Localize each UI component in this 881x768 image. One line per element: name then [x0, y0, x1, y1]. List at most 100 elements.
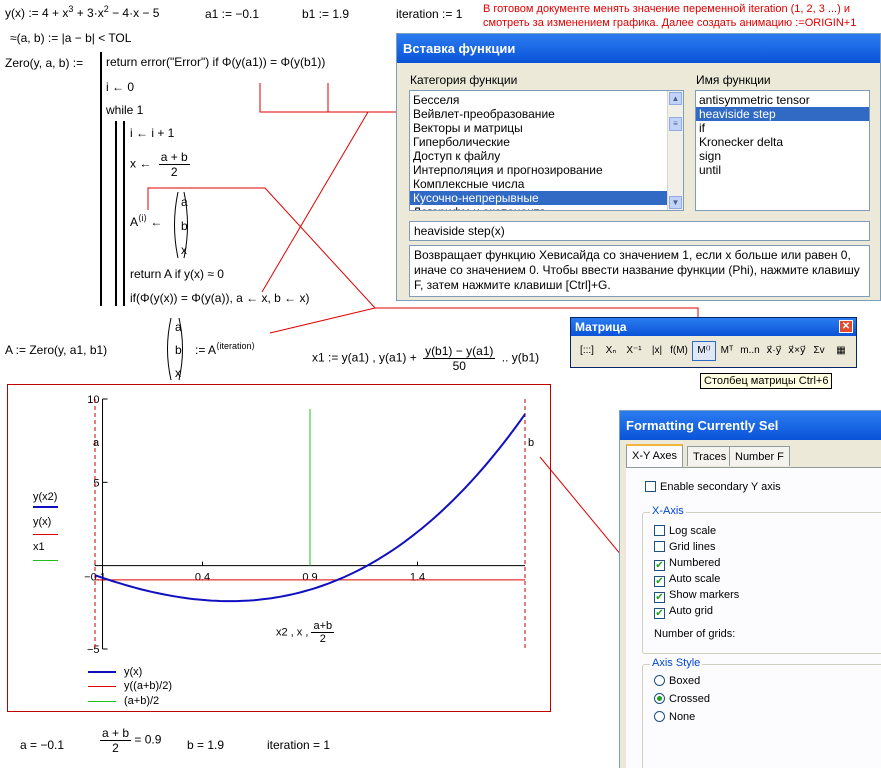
x-axis-option-label: Show markers: [669, 589, 740, 601]
program-x-assign[interactable]: x ← a + b2: [130, 150, 190, 179]
matrix-dot-product-button[interactable]: x⃗·y⃗: [763, 341, 785, 361]
a1-definition[interactable]: a1 := −0.1: [205, 7, 259, 21]
category-item[interactable]: Векторы и матрицы: [410, 121, 683, 135]
category-item[interactable]: Вейвлет-преобразование: [410, 107, 683, 121]
function-item[interactable]: Kronecker delta: [696, 135, 869, 149]
matrix-range-button[interactable]: m..n: [738, 341, 762, 361]
function-item[interactable]: sign: [696, 149, 869, 163]
function-item[interactable]: antisymmetric tensor: [696, 93, 869, 107]
program-return-A[interactable]: return A if y(x) ≈ 0: [130, 267, 224, 281]
axis-style-radio[interactable]: Crossed: [654, 692, 710, 706]
instruction-note: В готовом документе менять значение пере…: [483, 3, 857, 29]
x-axis-option[interactable]: ✔ Numbered: [654, 556, 720, 571]
matrix-toolbar-title: Матрица ✕: [571, 318, 856, 336]
axis-style-group-label: Axis Style: [650, 657, 703, 669]
axis-style-radio[interactable]: Boxed: [654, 674, 700, 688]
radio-icon[interactable]: [654, 693, 665, 704]
category-item[interactable]: Бесселя: [410, 93, 683, 107]
matrix-insert-button[interactable]: [:::]: [577, 341, 597, 361]
legend-line-mid: [88, 701, 116, 702]
close-icon[interactable]: ✕: [839, 320, 853, 333]
y-legend-y-x2: y(x2): [33, 491, 58, 503]
number-of-grids-label: Number of grids:: [654, 628, 736, 640]
matrix-transpose-button[interactable]: Mᵀ: [717, 341, 737, 361]
result-mid: a + b2 = 0.9: [100, 726, 162, 755]
A-definition[interactable]: A := Zero(y, a1, b1): [5, 343, 107, 357]
function-description: Возвращает функцию Хевисайда со значение…: [409, 245, 870, 297]
program-if-update[interactable]: if(Φ(y(x)) = Φ(y(a)), a ← x, b ← x): [130, 291, 309, 305]
matrix-determinant-button[interactable]: |x|: [647, 341, 667, 361]
program-return-error[interactable]: return error("Error") if Φ(y(a1)) = Φ(y(…: [106, 55, 325, 69]
legend-line-y-mid: [88, 686, 116, 687]
x-axis-option[interactable]: Log scale: [654, 524, 716, 538]
secondary-y-checkbox[interactable]: Enable secondary Y axis: [645, 480, 781, 494]
y-legend-line-blue: [33, 506, 58, 508]
matrix-picture-button[interactable]: ▦: [831, 341, 851, 361]
program-while[interactable]: while 1: [106, 103, 143, 117]
matrix-vectorize-button[interactable]: f(M): [668, 341, 690, 361]
matrix-subscript-button[interactable]: Xₙ: [601, 341, 621, 361]
radio-icon[interactable]: [654, 675, 665, 686]
checkmark-icon[interactable]: ✔: [654, 576, 665, 587]
tab-number-format[interactable]: Number F: [729, 446, 790, 466]
result-b: b = 1.9: [187, 738, 225, 752]
matrix-cross-product-button[interactable]: x⃗×y⃗: [786, 341, 808, 361]
scroll-down-icon[interactable]: ▼: [669, 196, 682, 209]
scroll-thumb[interactable]: ≡: [669, 117, 682, 131]
function-item[interactable]: heaviside step: [696, 107, 869, 121]
tab-xy-axes[interactable]: X-Y Axes: [626, 444, 684, 467]
secondary-y-label: Enable secondary Y axis: [660, 481, 781, 493]
vector-b: b: [181, 219, 188, 233]
category-item[interactable]: Гиперболические: [410, 135, 683, 149]
matrix-inverse-button[interactable]: X⁻¹: [623, 341, 645, 361]
checkmark-icon[interactable]: ✔: [654, 560, 665, 571]
approx-definition[interactable]: ≈(a, b) := |a − b| < TOL: [10, 31, 131, 45]
legend-line-y-x: [88, 671, 116, 673]
x-axis-option[interactable]: ✔ Show markers: [654, 588, 740, 603]
axis-style-radio[interactable]: None: [654, 710, 695, 724]
category-item[interactable]: Кусочно-непрерывные: [410, 191, 683, 205]
plot-svg[interactable]: 105−5−0.1 0.4 0.9 1.4: [7, 384, 551, 712]
y-tick-label: 5: [93, 477, 99, 489]
category-scrollbar[interactable]: ▲ ≡ ▼: [667, 91, 683, 210]
A-iteration-assign[interactable]: := A⟨iteration⟩: [195, 342, 255, 358]
x-axis-option[interactable]: ✔ Auto grid: [654, 604, 713, 619]
function-signature: heaviside step(x): [409, 221, 870, 241]
y-definition[interactable]: y(x) := 4 + x3 + 3·x2 − 4·x − 5: [5, 5, 159, 21]
b1-definition[interactable]: b1 := 1.9: [302, 7, 349, 21]
checkmark-icon[interactable]: ✔: [654, 608, 665, 619]
checkmark-icon[interactable]: ✔: [654, 592, 665, 603]
function-item[interactable]: if: [696, 121, 869, 135]
category-item[interactable]: Доступ к файлу: [410, 149, 683, 163]
tab-traces[interactable]: Traces: [687, 446, 733, 466]
function-item[interactable]: until: [696, 163, 869, 177]
category-item[interactable]: Логарифм и экспонента: [410, 205, 683, 210]
x-axis-option-label: Log scale: [669, 525, 717, 537]
y-legend-line-red: [33, 534, 58, 535]
empty-checkbox[interactable]: [654, 525, 665, 536]
scroll-up-icon[interactable]: ▲: [669, 92, 682, 105]
program-A-assign-left[interactable]: A⟨i⟩ ←: [130, 214, 162, 230]
secondary-y-box[interactable]: [645, 481, 656, 492]
category-listbox[interactable]: Бесселя Вейвлет-преобразование Векторы и м…: [409, 90, 684, 211]
tooltip-matrix-column: Столбец матрицы Ctrl+6: [700, 373, 833, 389]
iteration-definition[interactable]: iteration := 1: [396, 7, 462, 21]
matrix-sum-button[interactable]: Σv: [809, 341, 829, 361]
radio-icon[interactable]: [654, 711, 665, 722]
zero-function-header[interactable]: Zero(y, a, b) :=: [5, 56, 83, 70]
result-iteration: iteration = 1: [267, 738, 331, 752]
matrix-toolbar-title-text: Матрица: [575, 320, 627, 334]
empty-checkbox[interactable]: [654, 541, 665, 552]
A-vector-a: a: [175, 320, 182, 334]
x-axis-option[interactable]: ✔ Auto scale: [654, 572, 720, 587]
category-item[interactable]: Интерполяция и прогнозирование: [410, 163, 683, 177]
x-axis-option[interactable]: Grid lines: [654, 540, 715, 554]
matrix-column-button[interactable]: M⁽⁾: [692, 341, 716, 361]
y-legend-x1: x1: [33, 541, 45, 553]
program-init-i[interactable]: i ← 0: [106, 80, 134, 94]
axis-style-label: Crossed: [669, 693, 710, 705]
function-listbox[interactable]: antisymmetric tensor heaviside step if Kron…: [695, 90, 870, 211]
program-increment[interactable]: i ← i + 1: [130, 126, 174, 140]
category-item[interactable]: Комплексные числа: [410, 177, 683, 191]
x1-definition[interactable]: x1 := y(a1) , y(a1) + y(b1) − y(a1) 50 ..…: [312, 344, 539, 373]
